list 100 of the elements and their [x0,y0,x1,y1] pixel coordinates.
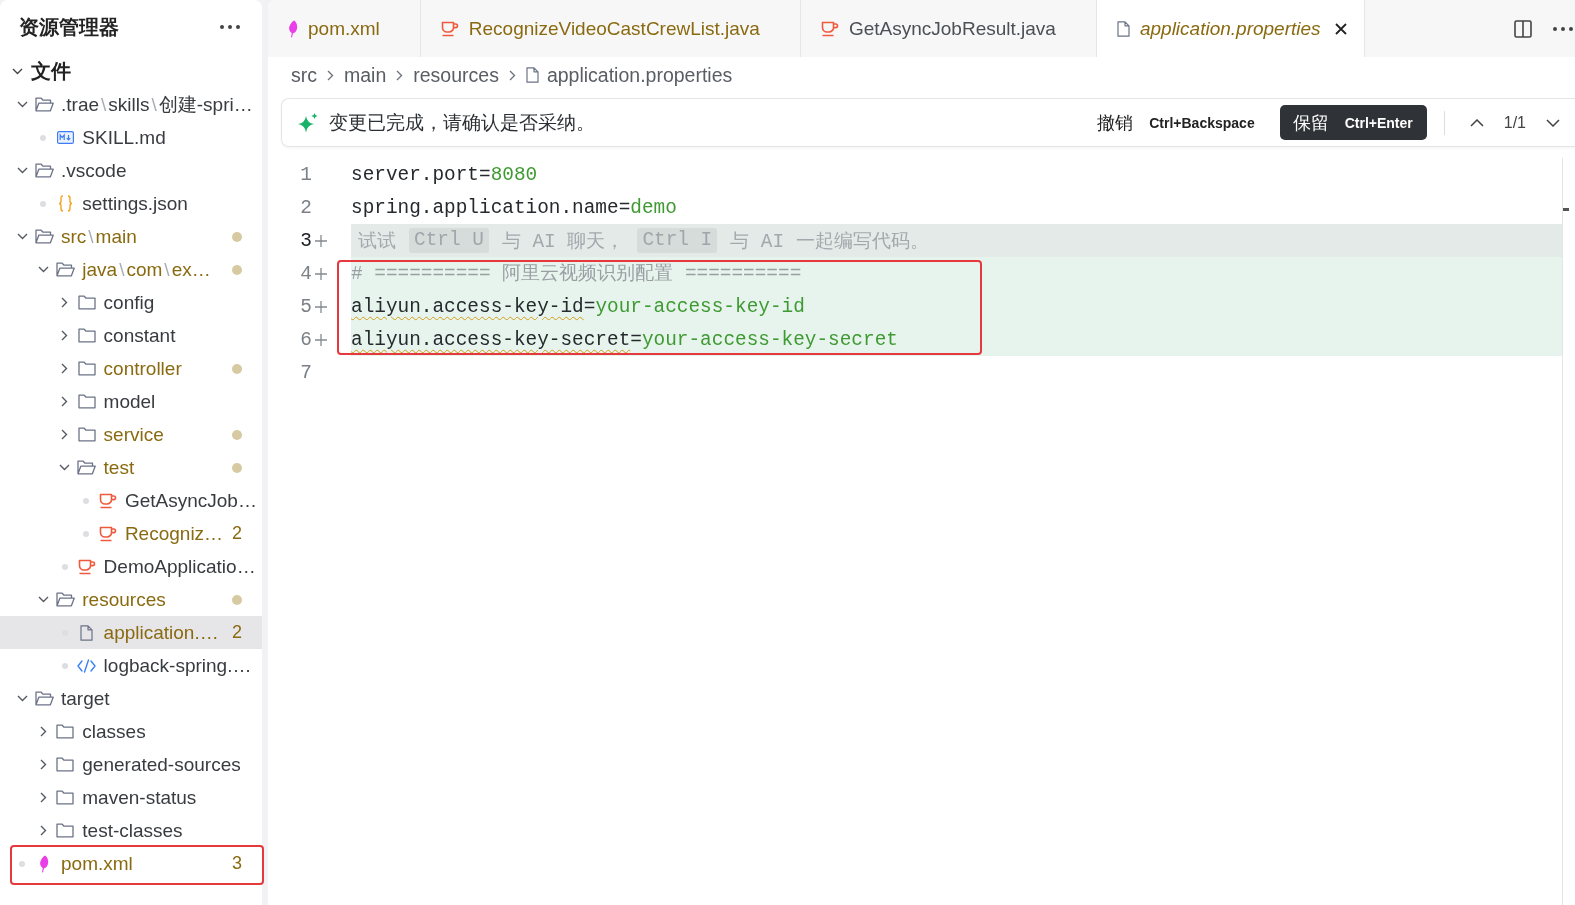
status-message: 变更已完成，请确认是否采纳。 [329,110,595,135]
editor-tab[interactable]: GetAsyncJobResult.java [800,0,1097,57]
feather-icon [39,854,49,873]
breadcrumb-item[interactable]: resources [413,63,499,87]
close-icon[interactable] [1334,22,1347,35]
status-dot-icon [232,462,242,473]
folder-icon [77,394,96,409]
change-counter: 1/1 [1503,113,1526,132]
markdown-icon [56,131,74,144]
line-number: 7 [299,361,312,384]
chevron-down-icon [16,695,28,702]
code-text: aliyun.access-key-id=your-access-key-id [351,295,805,318]
chevron-right-icon [508,69,516,81]
code-text: # ========== 阿里云视频识别配置 ========== [351,262,802,285]
chevron-down-icon[interactable] [1546,118,1560,127]
chevron-right-icon [61,363,69,374]
editor-tab[interactable]: RecognizeVideoCastCrewList.java [420,0,801,57]
tree-item[interactable]: classes [0,715,262,748]
dot-icon [40,134,47,141]
line-number: 3 [299,229,312,252]
tree-item[interactable]: application.… 2 [0,616,262,649]
chevron-right-icon [39,726,47,737]
dot-icon [61,563,68,570]
cup-icon [77,558,96,575]
chevron-up-icon[interactable] [1469,118,1484,127]
plus-icon [315,267,327,280]
keep-button[interactable]: 保留 Ctrl+Enter [1279,105,1427,140]
tree-item[interactable]: .trae\skills\创建-spri… [0,88,262,121]
breadcrumb-item[interactable]: main [344,63,387,87]
code-text: server.port=8080 [351,163,538,186]
cup-icon [440,20,459,37]
more-icon[interactable] [1553,26,1573,31]
open-folder-icon [77,460,97,475]
plus-icon [315,300,327,313]
dot-icon [82,497,89,504]
tree-item[interactable]: test [0,451,262,484]
hint-text: 试试 [358,230,396,254]
status-dot-icon [232,429,242,440]
folder-icon [77,328,96,343]
plus-icon [315,333,327,346]
tree-item[interactable]: controller [0,352,262,385]
status-dot-icon [232,264,242,275]
chevron-right-icon [61,297,69,308]
tree-item[interactable]: model [0,385,262,418]
tree-item[interactable]: service [0,418,262,451]
chevron-down-icon [59,464,71,471]
tree-item[interactable]: logback-spring.… [0,649,262,682]
dot-icon [19,860,25,867]
tree-item[interactable]: target [0,682,262,715]
tree-item[interactable]: src\main [0,220,262,253]
editor-tab[interactable]: pom.xml [268,0,421,57]
file-icon [80,624,94,641]
chevron-right-icon [61,429,69,440]
tree-item[interactable]: config [0,286,262,319]
tree-item[interactable]: constant [0,319,262,352]
chevron-down-icon [16,101,28,108]
tree-item[interactable]: resources [0,583,262,616]
problem-count: 2 [231,523,243,544]
tree-item[interactable]: DemoApplicatio… [0,550,262,583]
feather-icon [288,19,298,38]
open-folder-icon [34,163,54,178]
undo-button[interactable]: 撤销 Ctrl+Backspace [1097,110,1255,135]
tree-item[interactable]: test-classes [0,814,262,847]
tree-item[interactable]: pom.xml 3 [0,847,262,880]
tree-item[interactable]: GetAsyncJob… [0,484,262,517]
tree-item[interactable]: java\com\ex… [0,253,262,286]
cup-icon [98,492,117,509]
tree-item[interactable]: generated-sources [0,748,262,781]
chevron-right-icon [39,759,47,770]
chevron-right-icon [39,792,47,803]
tree-item[interactable]: .vscode [0,154,262,187]
section-header[interactable]: 文件 [0,54,262,88]
chevron-down-icon [37,596,49,603]
breadcrumb-item[interactable]: src [291,63,317,87]
dot-icon [82,530,89,537]
folder-icon [77,295,96,310]
code-text: spring.application.name=demo [351,196,677,219]
open-folder-icon [34,97,54,112]
more-icon[interactable] [220,25,240,29]
open-folder-icon [55,592,75,607]
chevron-right-icon [396,69,404,81]
tree-item[interactable]: maven-status [0,781,262,814]
tree-item[interactable]: SKILL.md [0,121,262,154]
hint-text: 与 AI 聊天， [501,230,625,254]
chevron-right-icon [61,330,69,341]
code-text: aliyun.access-key-secret=your-access-key-secret [351,328,898,351]
file-icon [1116,20,1130,37]
plus-icon [315,234,327,247]
editor-tab[interactable]: application.properties [1096,0,1365,57]
tree-item[interactable]: Recogniz… 2 [0,517,262,550]
chevron-right-icon [39,825,47,836]
tree-item[interactable]: settings.json [0,187,262,220]
folder-icon [56,757,75,772]
sparkle-icon [297,111,319,134]
braces-icon [57,195,73,212]
folder-icon [56,790,75,805]
folder-icon [56,823,75,838]
breadcrumb-item[interactable]: application.properties [525,63,733,87]
folder-icon [56,724,75,739]
split-editor-icon[interactable] [1514,19,1532,38]
